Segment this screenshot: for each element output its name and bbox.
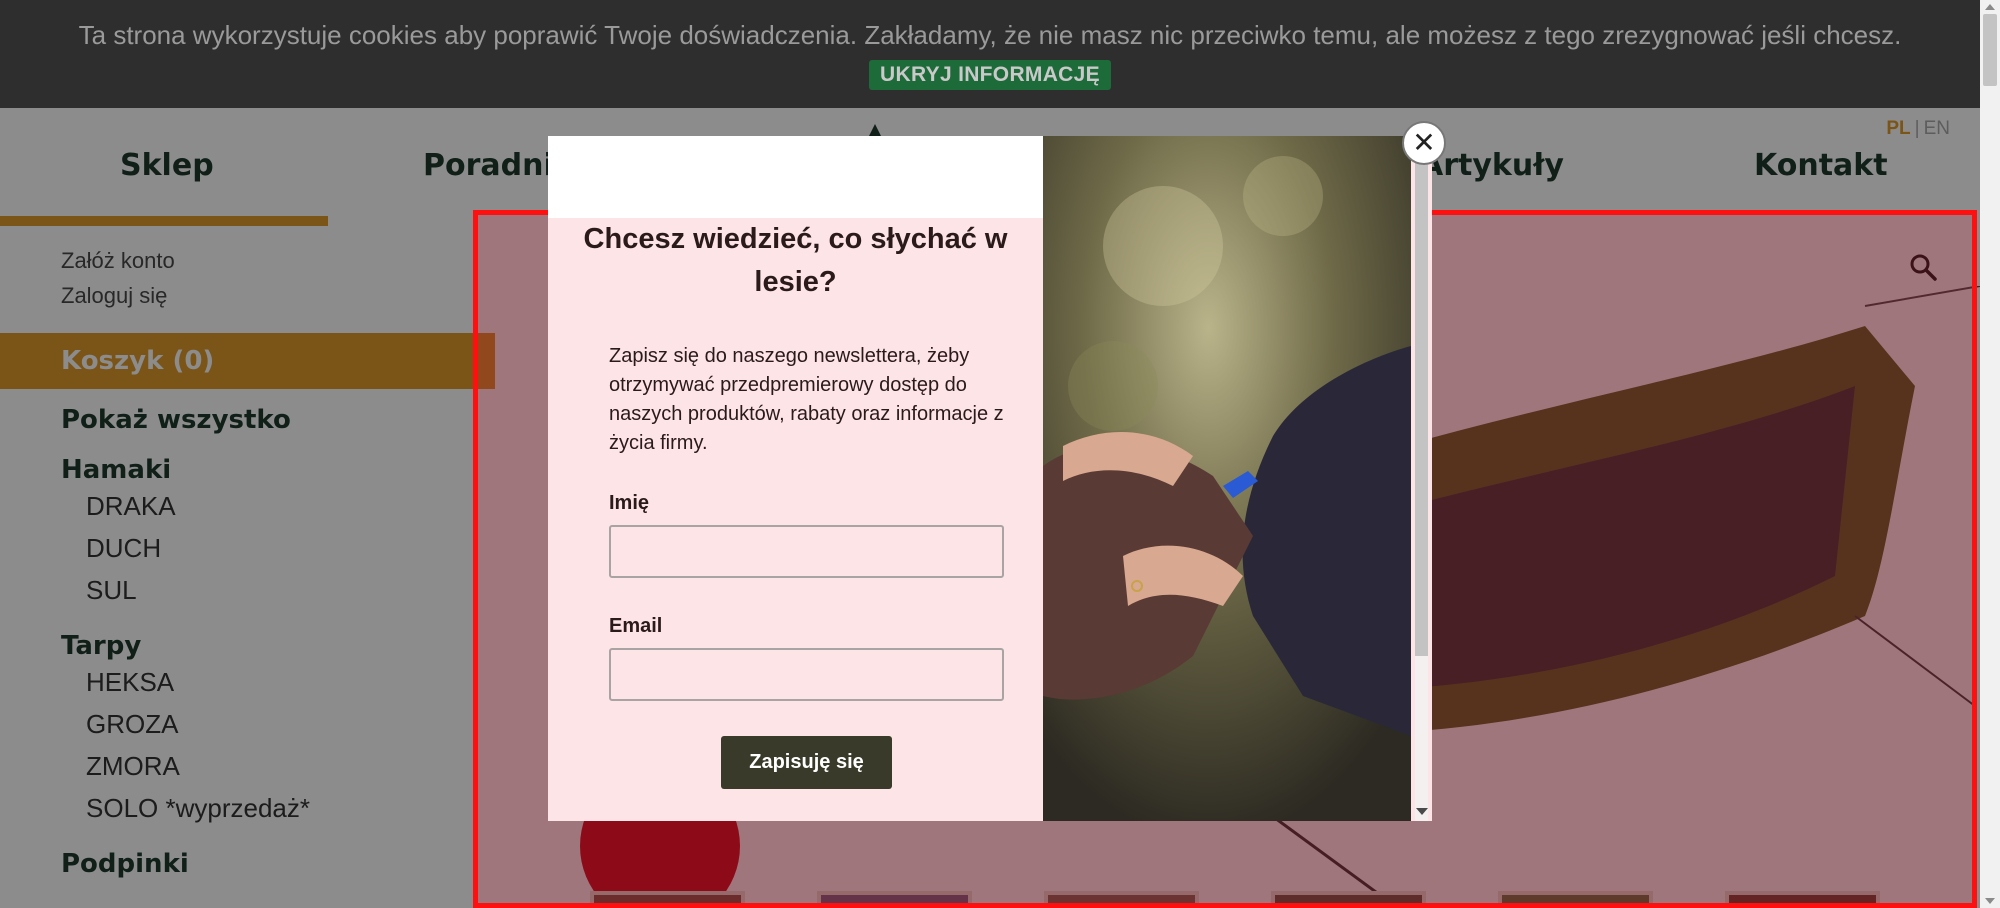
close-icon[interactable]: ✕ <box>1402 121 1446 165</box>
name-label: Imię <box>609 492 650 514</box>
cookie-text: Ta strona wykorzystuje cookies aby popra… <box>78 20 1902 50</box>
newsletter-description: Zapisz się do naszego newslettera, żeby … <box>609 345 1004 454</box>
name-input[interactable] <box>609 525 1004 578</box>
modal-scroll-down-icon[interactable] <box>1416 808 1428 815</box>
scroll-up-arrow-icon[interactable] <box>1985 4 1995 10</box>
newsletter-photo <box>1043 136 1411 821</box>
scroll-down-arrow-icon[interactable] <box>1985 898 1995 904</box>
newsletter-title: Chcesz wiedzieć, co słychać w lesie? <box>583 223 1008 298</box>
page-scrollbar-thumb[interactable] <box>1983 14 1997 86</box>
page-scrollbar[interactable] <box>1980 0 2000 908</box>
newsletter-form-panel: Chcesz wiedzieć, co słychać w lesie? Zap… <box>548 136 1043 821</box>
hide-cookie-info-button[interactable]: UKRYJ INFORMACJĘ <box>869 60 1111 90</box>
email-label: Email <box>609 615 663 637</box>
subscribe-button[interactable]: Zapisuję się <box>721 736 892 789</box>
modal-scrollbar-thumb[interactable] <box>1415 140 1428 656</box>
cookie-bar: Ta strona wykorzystuje cookies aby popra… <box>0 0 1980 108</box>
modal-scrollbar[interactable] <box>1411 136 1432 821</box>
email-input[interactable] <box>609 648 1004 701</box>
modal-top-strip <box>548 136 1043 218</box>
newsletter-modal: Chcesz wiedzieć, co słychać w lesie? Zap… <box>548 136 1432 821</box>
